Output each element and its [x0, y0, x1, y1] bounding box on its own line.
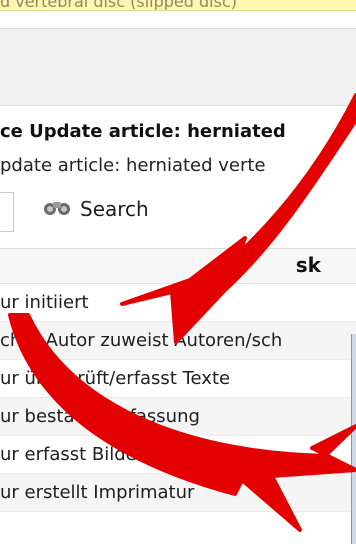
page-title: ce Update article: herniated [0, 121, 286, 142]
search-button[interactable]: Search [42, 197, 149, 221]
table-row[interactable]: ur überprüft/erfasst Texte [0, 360, 356, 398]
table-row[interactable]: ur erstellt Imprimatur [0, 474, 356, 512]
table-row[interactable]: cher Autor zuweist Autoren/sch [0, 322, 356, 360]
top-notice-text: d vertebral disc (slipped disc) [0, 0, 237, 11]
right-side-panel [351, 334, 356, 544]
table-row[interactable]: ur erfasst Bilder [0, 436, 356, 474]
toolbar-area [0, 28, 356, 106]
binoculars-icon [42, 197, 72, 221]
table-row[interactable]: ur bestätigt Erfassung [0, 398, 356, 436]
task-column-header: sk [295, 253, 321, 277]
screenshot-page: d vertebral disc (slipped disc) ce Updat… [0, 0, 356, 548]
workflow-table: sk ur initiiert cher Autor zuweist Autor… [0, 248, 356, 512]
table-header: sk [0, 249, 356, 284]
top-notice-bar: d vertebral disc (slipped disc) [0, 0, 356, 11]
search-input[interactable] [0, 192, 14, 232]
page-subtitle: pdate article: herniated verte [0, 155, 266, 176]
search-button-label: Search [80, 197, 149, 221]
table-row[interactable]: ur initiiert [0, 284, 356, 322]
